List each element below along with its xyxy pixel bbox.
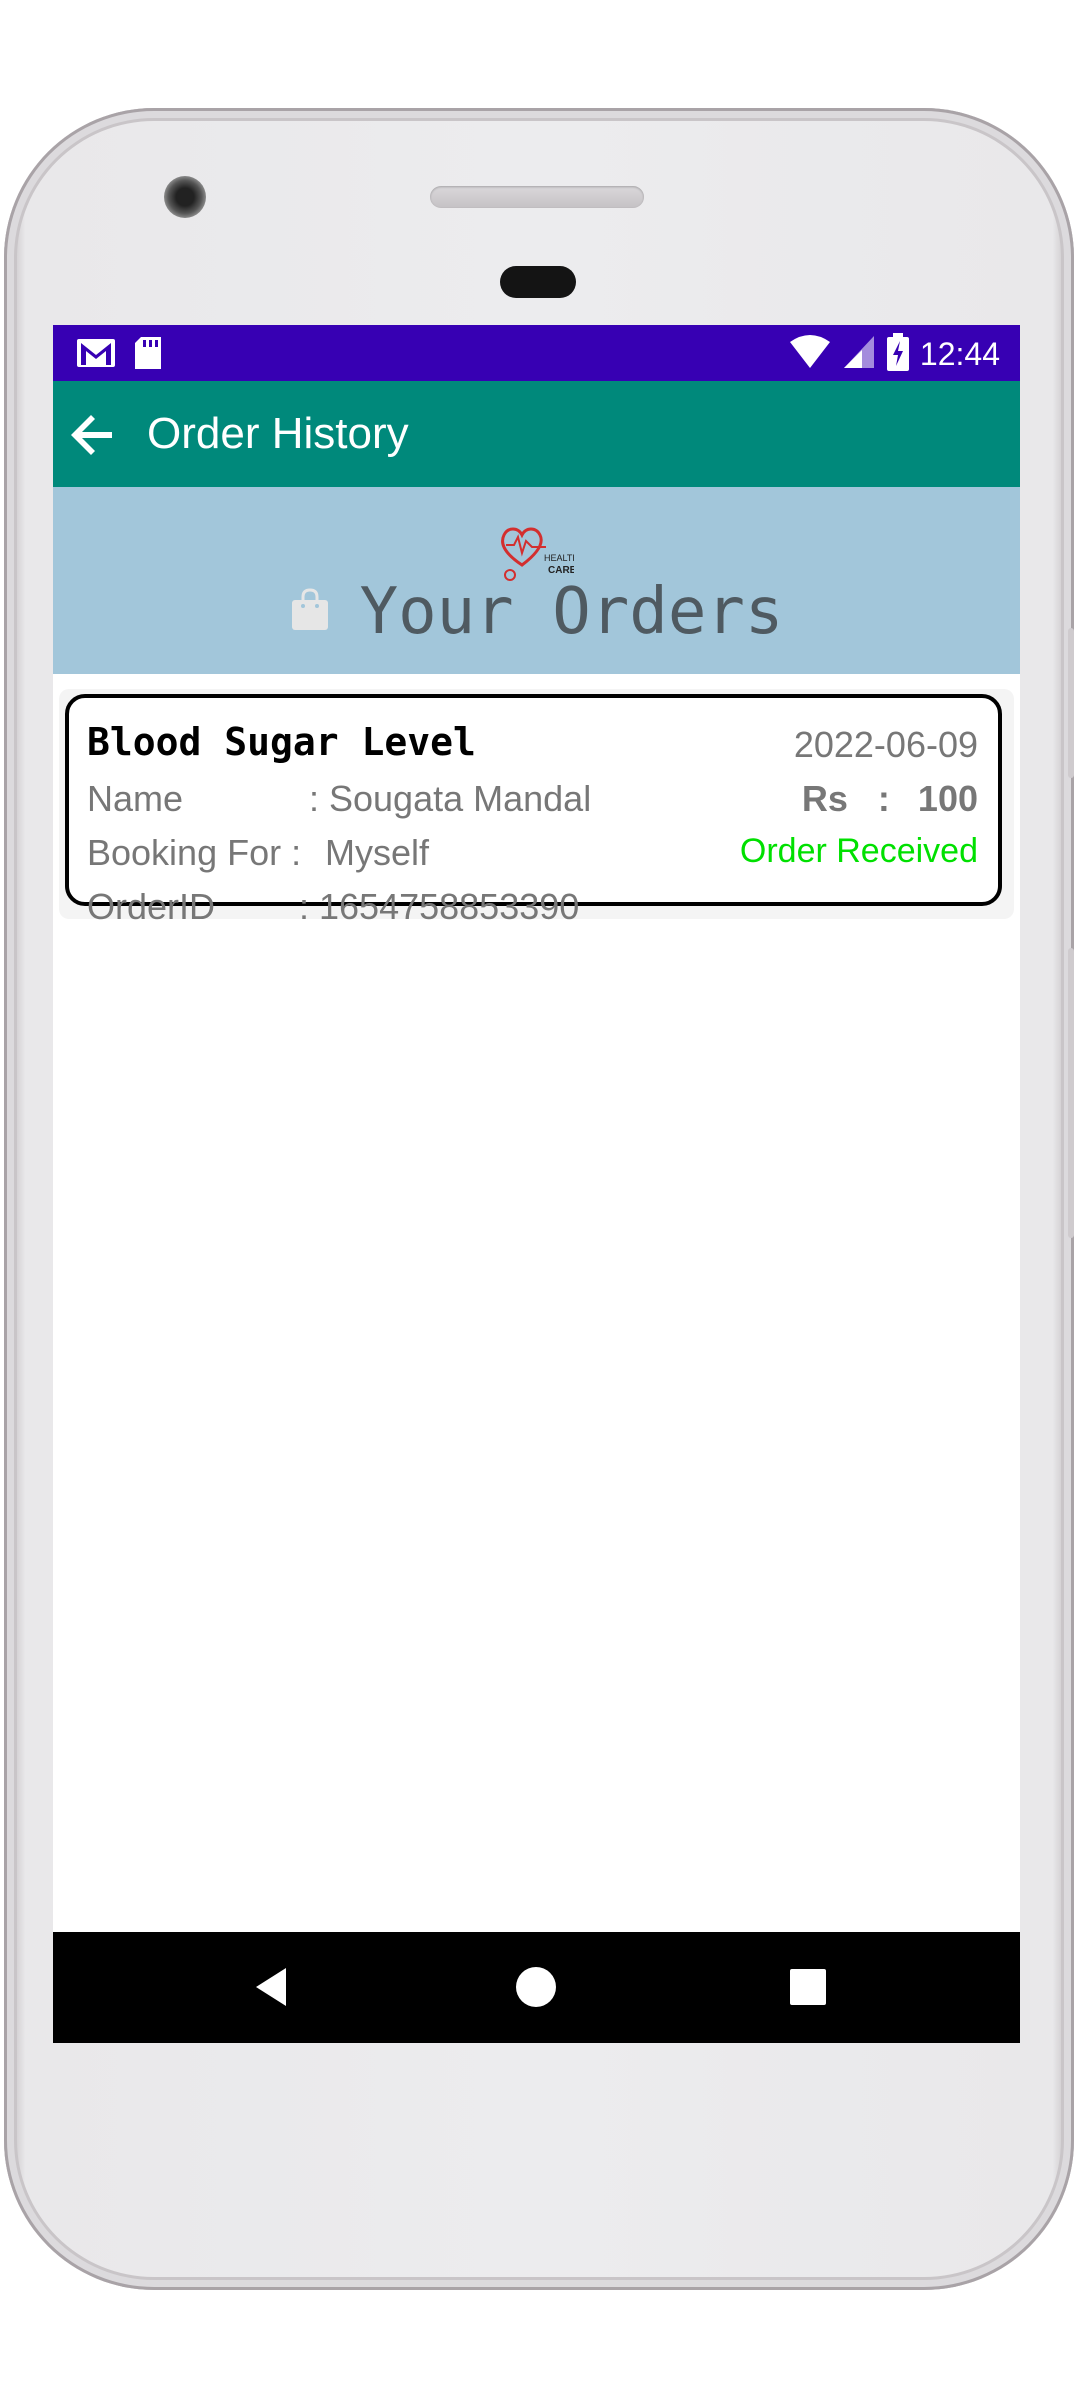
arrow-back-icon [71, 415, 112, 455]
nav-home-icon [516, 1967, 556, 2007]
booking-row: Booking For : Myself [87, 832, 429, 874]
shopping-bag-icon [290, 587, 330, 637]
name-row: Name : Sougata Mandal [87, 778, 591, 820]
gmail-icon [75, 335, 117, 376]
test-name: Blood Sugar Level [87, 720, 476, 764]
order-status: Order Received [739, 832, 978, 870]
orders-header: HEALTH CARE Your Orders [53, 487, 1020, 674]
logo-text-health: HEALTH [544, 553, 574, 563]
price-label: Rs : [801, 778, 890, 819]
nav-back-icon [256, 1968, 286, 2006]
system-nav-bar [53, 1932, 1020, 2043]
booking-value: Myself [325, 832, 430, 873]
nav-recents-button[interactable] [783, 1962, 833, 2012]
name-label: Name [87, 778, 184, 819]
sd-card-icon [133, 335, 163, 376]
order-card[interactable]: Blood Sugar Level 2022-06-09 Name : Soug… [65, 694, 1002, 927]
nav-home-button[interactable] [511, 1962, 561, 2012]
volume-button [1068, 948, 1074, 1238]
status-bar: 12:44 [53, 325, 1020, 381]
orderid-value: : 1654758853390 [299, 886, 580, 927]
status-time: 12:44 [919, 336, 1000, 372]
page-title: Order History [147, 409, 409, 458]
orderid-label: OrderID [87, 886, 216, 927]
order-date: 2022-06-09 [793, 724, 978, 765]
wifi-icon [788, 334, 832, 375]
earpiece-speaker [430, 186, 644, 208]
screen: 12:44 Order History HEALTH CARE [53, 325, 1020, 2043]
nav-recents-icon [790, 1969, 826, 2005]
battery-charging-icon [886, 333, 910, 376]
your-orders-title: Your Orders [359, 575, 784, 649]
orderid-row: OrderID : 1654758853390 [87, 886, 579, 928]
front-camera [164, 176, 206, 218]
price: Rs : 100 [802, 778, 978, 820]
booking-label: Booking For : [87, 832, 302, 873]
nav-back-button[interactable] [248, 1962, 298, 2012]
price-value: 100 [917, 778, 978, 819]
power-button [1068, 628, 1074, 778]
name-value: : Sougata Mandal [309, 778, 592, 819]
signal-icon [842, 334, 876, 375]
back-button[interactable] [61, 403, 125, 467]
app-toolbar: Order History [53, 381, 1020, 487]
proximity-sensor [500, 266, 576, 298]
